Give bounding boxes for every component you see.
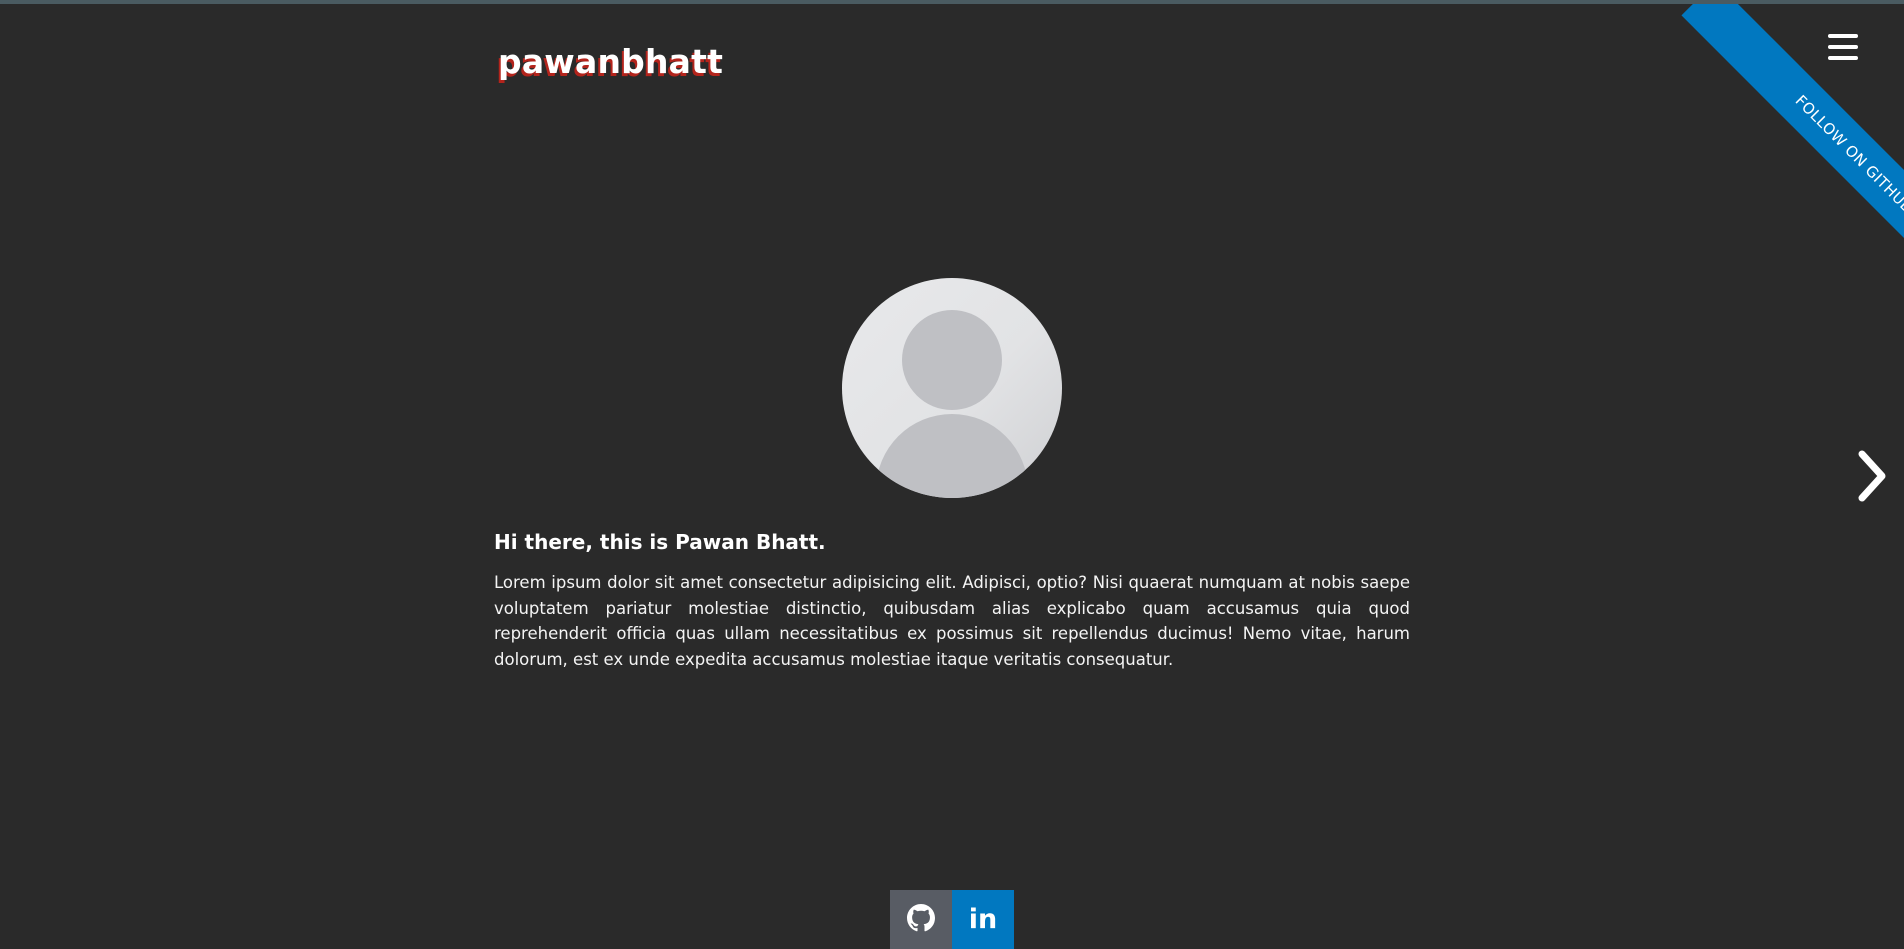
follow-on-github-ribbon[interactable]: FOLLOW ON GITHUB bbox=[1681, 4, 1904, 304]
intro-paragraph: Lorem ipsum dolor sit amet consectetur a… bbox=[494, 573, 1410, 669]
user-avatar-placeholder bbox=[842, 278, 1062, 498]
linkedin-button[interactable]: in bbox=[952, 890, 1014, 949]
intro-heading: Hi there, this is Pawan Bhatt. bbox=[494, 530, 826, 554]
chevron-right-icon[interactable] bbox=[1852, 448, 1892, 504]
linkedin-icon: in bbox=[968, 904, 998, 935]
avatar-head-shape bbox=[902, 310, 1002, 410]
github-icon bbox=[907, 903, 935, 936]
site-logo[interactable]: pawanbhatt bbox=[498, 42, 723, 81]
github-ribbon-corner: FOLLOW ON GITHUB bbox=[1604, 4, 1904, 304]
intro-section: Hi there, this is Pawan Bhatt. Lorem ips… bbox=[494, 528, 1410, 672]
github-button[interactable] bbox=[890, 890, 952, 949]
avatar-body-shape bbox=[876, 414, 1028, 498]
